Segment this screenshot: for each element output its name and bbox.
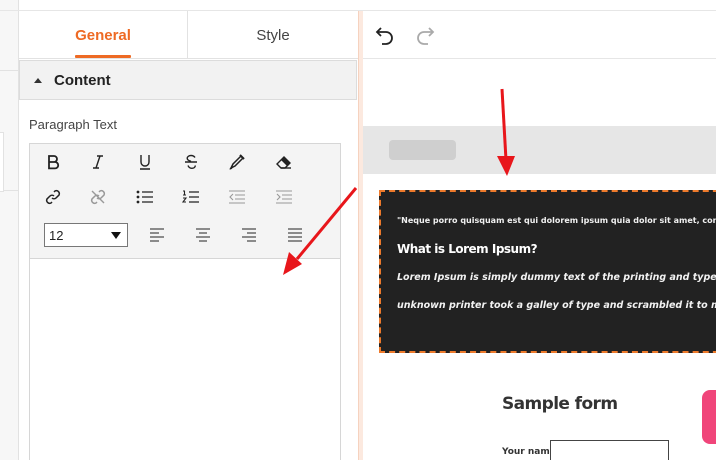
- eraser-icon[interactable]: [270, 149, 298, 175]
- numbered-list-icon[interactable]: [177, 184, 205, 210]
- page-canvas: "Neque porro quisquam est qui dolorem ip…: [363, 60, 716, 460]
- font-size-value: 12: [49, 227, 64, 243]
- undo-icon[interactable]: [373, 23, 397, 47]
- outdent-icon[interactable]: [223, 184, 251, 210]
- block-heading: What is Lorem Ipsum?: [397, 242, 538, 256]
- collapse-caret-icon: [34, 77, 42, 83]
- redo-icon[interactable]: [413, 23, 437, 47]
- left-rail: [0, 0, 19, 460]
- section-title: Content: [54, 71, 111, 89]
- body-line-1: Lorem Ipsum is simply dummy text of the …: [397, 272, 716, 283]
- active-tab-indicator: [75, 55, 131, 58]
- align-right-icon[interactable]: [235, 222, 263, 248]
- name-input[interactable]: [550, 440, 669, 460]
- bulleted-list-icon[interactable]: [131, 184, 159, 210]
- text-color-icon[interactable]: [223, 149, 251, 175]
- bold-icon[interactable]: [39, 149, 67, 175]
- selected-text-block[interactable]: "Neque porro quisquam est qui dolorem ip…: [379, 190, 716, 353]
- underline-icon[interactable]: [131, 149, 159, 175]
- settings-panel: General Style Content Paragraph Text 12: [19, 11, 358, 460]
- quote-line: "Neque porro quisquam est qui dolorem ip…: [397, 216, 716, 225]
- app-root: General Style Content Paragraph Text 12 …: [0, 0, 716, 460]
- content-section-header[interactable]: Content: [19, 60, 357, 100]
- body-line-2: unknown printer took a galley of type an…: [397, 300, 716, 311]
- panel-tabs: General Style: [19, 11, 358, 59]
- editor-content-area[interactable]: [30, 260, 340, 460]
- italic-icon[interactable]: [84, 149, 112, 175]
- chevron-down-icon: [111, 232, 121, 239]
- left-rail-handle[interactable]: [0, 132, 4, 192]
- font-size-select[interactable]: 12: [44, 223, 128, 247]
- canvas-toolbar: [363, 11, 716, 59]
- tab-style[interactable]: Style: [187, 11, 358, 59]
- placeholder-pill: [389, 140, 456, 160]
- tab-general[interactable]: General: [19, 11, 187, 59]
- align-left-icon[interactable]: [143, 222, 171, 248]
- paragraph-text-label: Paragraph Text: [29, 117, 117, 132]
- rich-text-editor: 12: [29, 143, 341, 460]
- form-title: Sample form: [502, 394, 618, 414]
- header-placeholder: [363, 126, 716, 174]
- unlink-icon[interactable]: [84, 184, 112, 210]
- indent-icon[interactable]: [270, 184, 298, 210]
- align-justify-icon[interactable]: [281, 222, 309, 248]
- strikethrough-icon[interactable]: [177, 149, 205, 175]
- side-tab-button[interactable]: [702, 390, 716, 444]
- name-field-label: Your name: [502, 447, 556, 457]
- editor-toolbar: 12: [30, 144, 340, 259]
- link-icon[interactable]: [39, 184, 67, 210]
- align-center-icon[interactable]: [189, 222, 217, 248]
